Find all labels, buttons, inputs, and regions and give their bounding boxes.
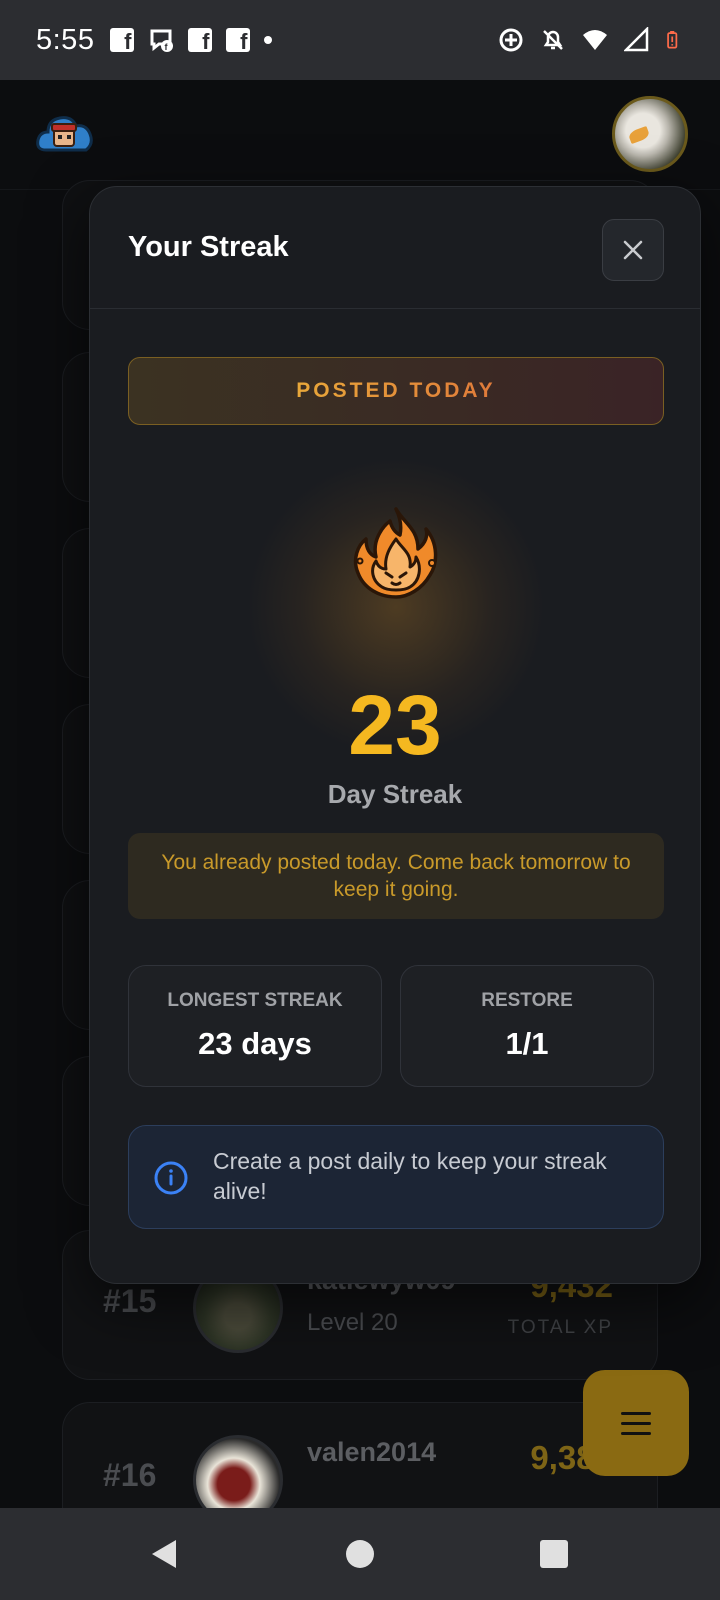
info-icon — [154, 1161, 188, 1195]
user-avatar — [193, 1435, 283, 1508]
leaderboard-rank: #16 — [103, 1457, 157, 1493]
leaderboard-row[interactable]: #16 valen2014 9,382 — [62, 1402, 658, 1508]
stat-label: LONGEST STREAK — [167, 990, 343, 1011]
posted-today-badge: POSTED TODAY — [128, 357, 664, 425]
menu-icon — [621, 1411, 651, 1415]
facebook-icon — [188, 28, 213, 55]
stat-label: RESTORE — [481, 990, 573, 1011]
leaderboard-rank: #15 — [103, 1283, 157, 1319]
app-logo-icon[interactable] — [36, 110, 94, 156]
restore-card: RESTORE 1/1 — [400, 965, 654, 1087]
messenger-icon: f — [150, 29, 174, 52]
info-box: Create a post daily to keep your streak … — [128, 1125, 664, 1229]
facebook-icon — [226, 28, 251, 55]
posted-today-text: POSTED TODAY — [296, 379, 496, 402]
leaderboard-level: Level 20 — [307, 1309, 398, 1336]
stat-value: 1/1 — [505, 1026, 549, 1061]
back-icon[interactable] — [148, 1538, 180, 1570]
sync-icon — [499, 28, 523, 52]
app-header — [0, 80, 720, 190]
leaderboard-xp-label: TOTAL XP — [507, 1317, 613, 1338]
posted-notice-text: You already posted today. Come back tomo… — [161, 851, 631, 901]
info-text: Create a post daily to keep your streak … — [213, 1148, 607, 1204]
profile-avatar[interactable] — [612, 96, 688, 172]
close-icon — [623, 240, 643, 260]
streak-modal: Your Streak POSTED TODAY 23 Day Streak Y… — [89, 186, 701, 1284]
facebook-icon — [110, 28, 135, 55]
signal-icon — [624, 27, 649, 52]
streak-count: 23 — [348, 678, 442, 772]
longest-streak-card: LONGEST STREAK 23 days — [128, 965, 382, 1087]
streak-label: Day Streak — [327, 779, 463, 809]
home-icon[interactable] — [344, 1538, 376, 1570]
menu-button[interactable] — [583, 1370, 689, 1476]
recents-icon[interactable] — [538, 1538, 570, 1570]
wifi-icon — [583, 30, 607, 50]
app-screen: #15 katiewyw09 Level 20 9,432 TOTAL XP #… — [0, 80, 720, 1508]
leaderboard-username: valen2014 — [307, 1437, 437, 1467]
more-notifications-dot — [264, 36, 273, 44]
close-button[interactable] — [602, 219, 664, 281]
posted-notice: You already posted today. Come back tomo… — [128, 833, 664, 919]
modal-header: Your Streak — [90, 187, 700, 309]
status-bar: 5:55 f — [0, 0, 720, 80]
battery-low-icon — [667, 31, 678, 49]
modal-title: Your Streak — [128, 231, 289, 263]
system-nav-bar — [0, 1508, 720, 1600]
bell-off-icon — [543, 30, 563, 50]
notification-icons: f — [110, 27, 273, 55]
system-icons — [498, 27, 684, 53]
stat-value: 23 days — [198, 1026, 312, 1061]
fire-icon — [353, 507, 438, 599]
status-time: 5:55 — [36, 23, 95, 56]
